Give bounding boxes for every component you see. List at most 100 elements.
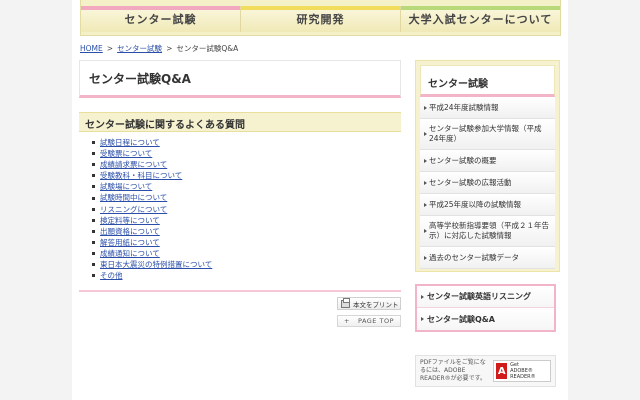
list-item: 受験票について bbox=[92, 148, 212, 159]
bullet-icon bbox=[92, 263, 95, 267]
sidebar-submenu: センター試験英語リスニング センター試験Q&A bbox=[415, 284, 556, 332]
bullet-icon bbox=[92, 163, 95, 167]
faq-link-list: 試験日程について 受験票について 成績請求票について 受験教科・科目について 試… bbox=[92, 137, 212, 281]
list-item: 検定料等について bbox=[92, 215, 212, 226]
bullet-icon bbox=[92, 251, 95, 255]
faq-link[interactable]: 東日本大震災の特例措置について bbox=[100, 259, 212, 270]
list-item: 試験日程について bbox=[92, 137, 212, 148]
faq-link[interactable]: リスニングについて bbox=[100, 204, 167, 215]
global-nav: センター試験 研究開発 大学入試センターについて bbox=[80, 0, 561, 36]
adobe-reader-label: ADOBE® READER® bbox=[510, 368, 536, 380]
sidebar-item-label: センター試験の広報活動 bbox=[429, 177, 512, 187]
get-adobe-reader-button[interactable]: A Get ADOBE® READER® bbox=[493, 360, 551, 382]
adobe-logo-icon: A bbox=[496, 363, 508, 379]
faq-link[interactable]: 検定料等について bbox=[100, 215, 160, 226]
arrow-right-icon bbox=[421, 317, 424, 321]
sidebar-subitem-label: センター試験英語リスニング bbox=[427, 292, 531, 301]
arrow-right-icon bbox=[424, 180, 427, 185]
sidebar-menu: センター試験 平成24年度試験情報 センター試験参加大学情報（平成24年度） セ… bbox=[415, 60, 560, 272]
section-title: センター試験に関するよくある質問 bbox=[85, 120, 245, 131]
sidebar-item[interactable]: 高等学校新指導要領（平成２１年告示）に対応した試験情報 bbox=[420, 216, 555, 247]
faq-link[interactable]: 成績通知について bbox=[100, 248, 160, 259]
nav-tab-research[interactable]: 研究開発 bbox=[241, 6, 401, 32]
faq-link[interactable]: 成績請求票について bbox=[100, 159, 167, 170]
faq-link[interactable]: 解答用紙について bbox=[100, 237, 160, 248]
sidebar-subitem-listening[interactable]: センター試験英語リスニング bbox=[417, 286, 554, 308]
sidebar-heading: センター試験 bbox=[420, 65, 555, 97]
arrow-right-icon bbox=[424, 202, 427, 207]
arrow-right-icon bbox=[424, 158, 427, 163]
list-item: 解答用紙について bbox=[92, 237, 212, 248]
sidebar-item[interactable]: センター試験参加大学情報（平成24年度） bbox=[420, 119, 555, 150]
list-item: 出願資格について bbox=[92, 226, 212, 237]
list-item: 試験場について bbox=[92, 181, 212, 192]
breadcrumb-center-link[interactable]: センター試験 bbox=[117, 43, 162, 54]
list-item: 成績請求票について bbox=[92, 159, 212, 170]
arrow-right-icon bbox=[424, 229, 427, 233]
faq-link[interactable]: 試験日程について bbox=[100, 137, 160, 148]
printer-icon bbox=[341, 297, 350, 308]
arrow-right-icon bbox=[424, 105, 427, 110]
nav-tab-accent bbox=[81, 6, 240, 10]
sidebar-item[interactable]: センター試験の広報活動 bbox=[420, 172, 555, 194]
sidebar-item-label: 平成25年度以降の試験情報 bbox=[429, 199, 522, 209]
breadcrumb-separator: > bbox=[166, 44, 173, 53]
faq-link[interactable]: 受験教科・科目について bbox=[100, 170, 182, 181]
breadcrumb-separator: > bbox=[106, 44, 114, 53]
sidebar-item[interactable]: 過去のセンター試験データ bbox=[420, 247, 555, 269]
bullet-icon bbox=[92, 229, 95, 233]
sidebar-item-label: センター試験参加大学情報（平成24年度） bbox=[429, 124, 542, 143]
sidebar-item[interactable]: 平成24年度試験情報 bbox=[420, 97, 555, 119]
bullet-icon bbox=[92, 207, 95, 211]
breadcrumb-current: センター試験Q&A bbox=[176, 44, 239, 53]
nav-tab-accent bbox=[401, 6, 560, 10]
faq-link[interactable]: その他 bbox=[100, 270, 123, 281]
sidebar-item[interactable]: 平成25年度以降の試験情報 bbox=[420, 194, 555, 216]
list-item: リスニングについて bbox=[92, 204, 212, 215]
page-top-button[interactable]: + PAGE TOP bbox=[337, 315, 401, 327]
nav-tab-accent bbox=[241, 6, 400, 10]
sidebar-item-label: 高等学校新指導要領（平成２１年告示）に対応した試験情報 bbox=[429, 221, 549, 240]
bullet-icon bbox=[92, 152, 95, 156]
page-title: センター試験Q&A bbox=[89, 72, 191, 86]
sidebar-item-label: 過去のセンター試験データ bbox=[429, 252, 519, 262]
faq-link[interactable]: 出願資格について bbox=[100, 226, 160, 237]
plus-icon: + bbox=[343, 317, 350, 325]
content-divider bbox=[79, 290, 401, 292]
sidebar-item[interactable]: センター試験の概要 bbox=[420, 150, 555, 172]
breadcrumb-home-link[interactable]: HOME bbox=[80, 44, 103, 53]
print-button[interactable]: 本文をプリント bbox=[337, 297, 401, 310]
pdf-notice-text: PDFファイルをご覧になるには、ADOBE READER®が必要です。 bbox=[420, 359, 487, 382]
page-title-box: センター試験Q&A bbox=[79, 60, 401, 98]
arrow-right-icon bbox=[421, 294, 424, 299]
section-header: センター試験に関するよくある質問 bbox=[79, 112, 401, 132]
sidebar-item-label: センター試験の概要 bbox=[429, 155, 497, 165]
adobe-badge-text: Get ADOBE® READER® bbox=[510, 362, 548, 380]
sidebar-subitem-qa[interactable]: センター試験Q&A bbox=[417, 308, 554, 330]
page-top-label: PAGE TOP bbox=[357, 317, 394, 325]
arrow-right-icon bbox=[424, 132, 427, 136]
print-label: 本文をプリント bbox=[353, 300, 399, 309]
list-item: 東日本大震災の特例措置について bbox=[92, 259, 212, 270]
bullet-icon bbox=[92, 174, 95, 178]
list-item: その他 bbox=[92, 270, 212, 281]
faq-link[interactable]: 試験場について bbox=[100, 181, 152, 192]
pdf-notice: PDFファイルをご覧になるには、ADOBE READER®が必要です。 A Ge… bbox=[415, 355, 556, 387]
sidebar-item-label: 平成24年度試験情報 bbox=[429, 102, 499, 112]
nav-tab-center-exam[interactable]: センター試験 bbox=[81, 6, 241, 32]
nav-tab-label: 大学入試センターについて bbox=[408, 13, 553, 26]
sidebar-subitem-label: センター試験Q&A bbox=[427, 314, 495, 324]
bullet-icon bbox=[92, 185, 95, 189]
list-item: 受験教科・科目について bbox=[92, 170, 212, 181]
nav-tab-label: センター試験 bbox=[124, 13, 197, 26]
list-item: 試験時間中について bbox=[92, 192, 212, 203]
bullet-icon bbox=[92, 141, 95, 145]
bullet-icon bbox=[92, 274, 95, 278]
nav-tab-about[interactable]: 大学入試センターについて bbox=[401, 6, 560, 32]
nav-tab-label: 研究開発 bbox=[296, 13, 345, 26]
bullet-icon bbox=[92, 218, 95, 222]
arrow-right-icon bbox=[424, 255, 427, 260]
breadcrumb: HOME > センター試験 > センター試験Q&A bbox=[80, 43, 238, 54]
faq-link[interactable]: 受験票について bbox=[100, 148, 152, 159]
faq-link[interactable]: 試験時間中について bbox=[100, 192, 167, 203]
